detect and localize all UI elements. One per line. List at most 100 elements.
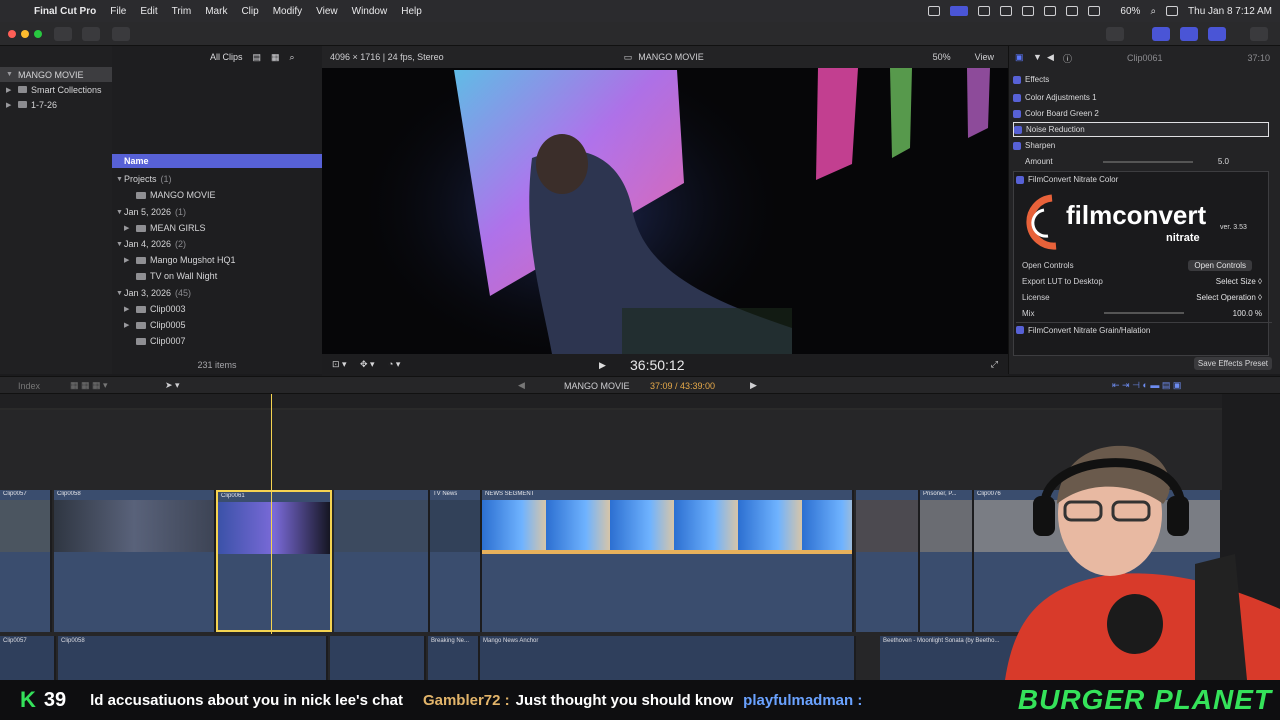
- display-icon[interactable]: [1066, 6, 1079, 16]
- save-effects-preset-button[interactable]: Save Effects Preset: [1193, 357, 1272, 370]
- effect-row[interactable]: Noise Reduction: [1013, 122, 1269, 137]
- amount-slider[interactable]: [1102, 160, 1193, 163]
- stage-manager-icon[interactable]: [950, 6, 969, 16]
- video-inspector-icon[interactable]: ▣: [1015, 52, 1024, 63]
- audio-clip[interactable]: [330, 636, 426, 680]
- bluetooth-icon[interactable]: [1088, 6, 1101, 16]
- project-name-dropdown[interactable]: MANGO MOVIE: [564, 381, 630, 391]
- checkbox[interactable]: [1013, 141, 1021, 150]
- list-item[interactable]: MANGO MOVIE: [112, 187, 322, 203]
- menu-mark[interactable]: Mark: [205, 6, 227, 17]
- checkbox[interactable]: [1014, 125, 1022, 134]
- timecode-display[interactable]: 36:50:12: [630, 357, 685, 373]
- zoom-dropdown[interactable]: 50%: [933, 52, 951, 62]
- effect-row[interactable]: Color Adjustments 1: [1013, 90, 1269, 105]
- search-icon[interactable]: ⌕: [290, 52, 295, 63]
- menu-window[interactable]: Window: [352, 6, 388, 17]
- playhead[interactable]: [271, 394, 272, 634]
- mix-slider[interactable]: [1104, 312, 1185, 314]
- search-icon[interactable]: ⌕: [1150, 6, 1156, 17]
- list-item[interactable]: ▶ MEAN GIRLS: [112, 220, 322, 236]
- index-button[interactable]: Index: [18, 381, 40, 391]
- screen-share-icon[interactable]: [928, 6, 941, 16]
- fullscreen-icon[interactable]: ⤢: [991, 359, 998, 370]
- zoom-window-button[interactable]: [34, 30, 42, 38]
- timeline-layout-icon[interactable]: [1180, 27, 1198, 41]
- timeline-clip[interactable]: NEWS SEGMENT: [482, 490, 854, 632]
- menu-edit[interactable]: Edit: [140, 6, 157, 17]
- list-item[interactable]: ▶ Clip0003: [112, 301, 322, 317]
- name-column-header[interactable]: Name: [112, 154, 322, 168]
- transform-icon[interactable]: ✥ ▾: [360, 359, 375, 370]
- import-icon[interactable]: [54, 27, 72, 41]
- amount-row[interactable]: Amount 5.0: [1013, 154, 1269, 169]
- disclosure-icon[interactable]: ▼: [116, 290, 124, 297]
- disclosure-icon[interactable]: ▶: [6, 101, 14, 109]
- battery-level[interactable]: 60%: [1120, 6, 1140, 17]
- back-icon[interactable]: ◀: [518, 380, 525, 391]
- audio-clip[interactable]: Clip0058: [58, 636, 328, 680]
- speed-icon[interactable]: ◔ ▾: [388, 359, 400, 370]
- volume-icon[interactable]: [1044, 6, 1057, 16]
- disclosure-icon[interactable]: ▶: [124, 224, 132, 232]
- list-item[interactable]: ▶ Clip0005: [112, 317, 322, 333]
- grain-header[interactable]: FilmConvert Nitrate Grain/Halation: [1016, 322, 1272, 337]
- library-item-mango-movie[interactable]: ▼ MANGO MOVIE: [0, 67, 112, 82]
- select-tool-icon[interactable]: ➤ ▾: [165, 380, 180, 391]
- menu-help[interactable]: Help: [401, 6, 422, 17]
- timeline-clip[interactable]: TV News: [430, 490, 482, 632]
- close-window-button[interactable]: [8, 30, 16, 38]
- control-center-icon[interactable]: [1166, 6, 1179, 16]
- timeline-clip[interactable]: Prisoner, P...: [920, 490, 974, 632]
- info-inspector-icon[interactable]: ⓘ: [1063, 52, 1072, 65]
- grid-icon[interactable]: [1000, 6, 1013, 16]
- play-button[interactable]: ▶: [599, 360, 606, 371]
- settings-icon[interactable]: ▦: [271, 52, 280, 63]
- timeline-clip[interactable]: Clip0057: [0, 490, 52, 632]
- library-item-smart-collections[interactable]: ▶ Smart Collections: [0, 82, 112, 97]
- audio-clip[interactable]: Breaking Ne...: [428, 636, 480, 680]
- menu-file[interactable]: File: [110, 6, 126, 17]
- list-item[interactable]: ▼ Jan 5, 2026 (1): [112, 204, 322, 220]
- menu-modify[interactable]: Modify: [273, 6, 302, 17]
- disclosure-icon[interactable]: ▶: [124, 321, 132, 329]
- effect-row[interactable]: Sharpen: [1013, 138, 1269, 153]
- view-dropdown[interactable]: View: [975, 52, 994, 62]
- effect-row[interactable]: Color Board Green 2: [1013, 106, 1269, 121]
- list-item[interactable]: ▶ Mango Mugshot HQ1: [112, 252, 322, 268]
- disclosure-icon[interactable]: ▶: [124, 305, 132, 313]
- timeline-clip[interactable]: [856, 490, 920, 632]
- audio-inspector-icon[interactable]: ◀: [1047, 52, 1054, 63]
- clock[interactable]: Thu Jan 8 7:12 AM: [1188, 6, 1272, 17]
- menu-view[interactable]: View: [316, 6, 338, 17]
- share-icon[interactable]: [1250, 27, 1268, 41]
- list-item[interactable]: ▼ Projects (1): [112, 171, 322, 187]
- share-menu-icon[interactable]: [1106, 27, 1124, 41]
- checkbox[interactable]: [1013, 75, 1021, 84]
- forward-icon[interactable]: ▶: [750, 380, 757, 391]
- play-icon[interactable]: [1022, 6, 1035, 16]
- mix-value[interactable]: 100.0 %: [1233, 309, 1262, 318]
- library-item-event[interactable]: ▶ 1-7-26: [0, 97, 112, 112]
- audio-clip[interactable]: Clip0057: [0, 636, 56, 680]
- checkbox[interactable]: [1016, 326, 1024, 334]
- timeline-clip[interactable]: [334, 490, 430, 632]
- disclosure-icon[interactable]: ▼: [6, 71, 14, 78]
- audio-clip[interactable]: Mango News Anchor: [480, 636, 856, 680]
- background-tasks-icon[interactable]: [112, 27, 130, 41]
- library-layout-icon[interactable]: [1152, 27, 1170, 41]
- timeline-ruler[interactable]: [0, 394, 1222, 410]
- timeline-clip[interactable]: Clip0058: [54, 490, 216, 632]
- list-item[interactable]: Clip0007: [112, 333, 322, 349]
- effects-section[interactable]: Effects: [1013, 72, 1269, 87]
- menu-clip[interactable]: Clip: [241, 6, 258, 17]
- list-item[interactable]: ▼ Jan 3, 2026 (45): [112, 285, 322, 301]
- disclosure-icon[interactable]: ▼: [116, 209, 124, 216]
- menu-trim[interactable]: Trim: [172, 6, 192, 17]
- menu-app[interactable]: Final Cut Pro: [34, 6, 96, 17]
- select-operation-dropdown[interactable]: Select Operation ◊: [1196, 293, 1262, 302]
- disclosure-icon[interactable]: ▶: [6, 86, 14, 94]
- disclosure-icon[interactable]: ▼: [116, 176, 124, 183]
- open-controls-button[interactable]: Open Controls: [1188, 259, 1252, 271]
- list-item[interactable]: ▼ Jan 4, 2026 (2): [112, 236, 322, 252]
